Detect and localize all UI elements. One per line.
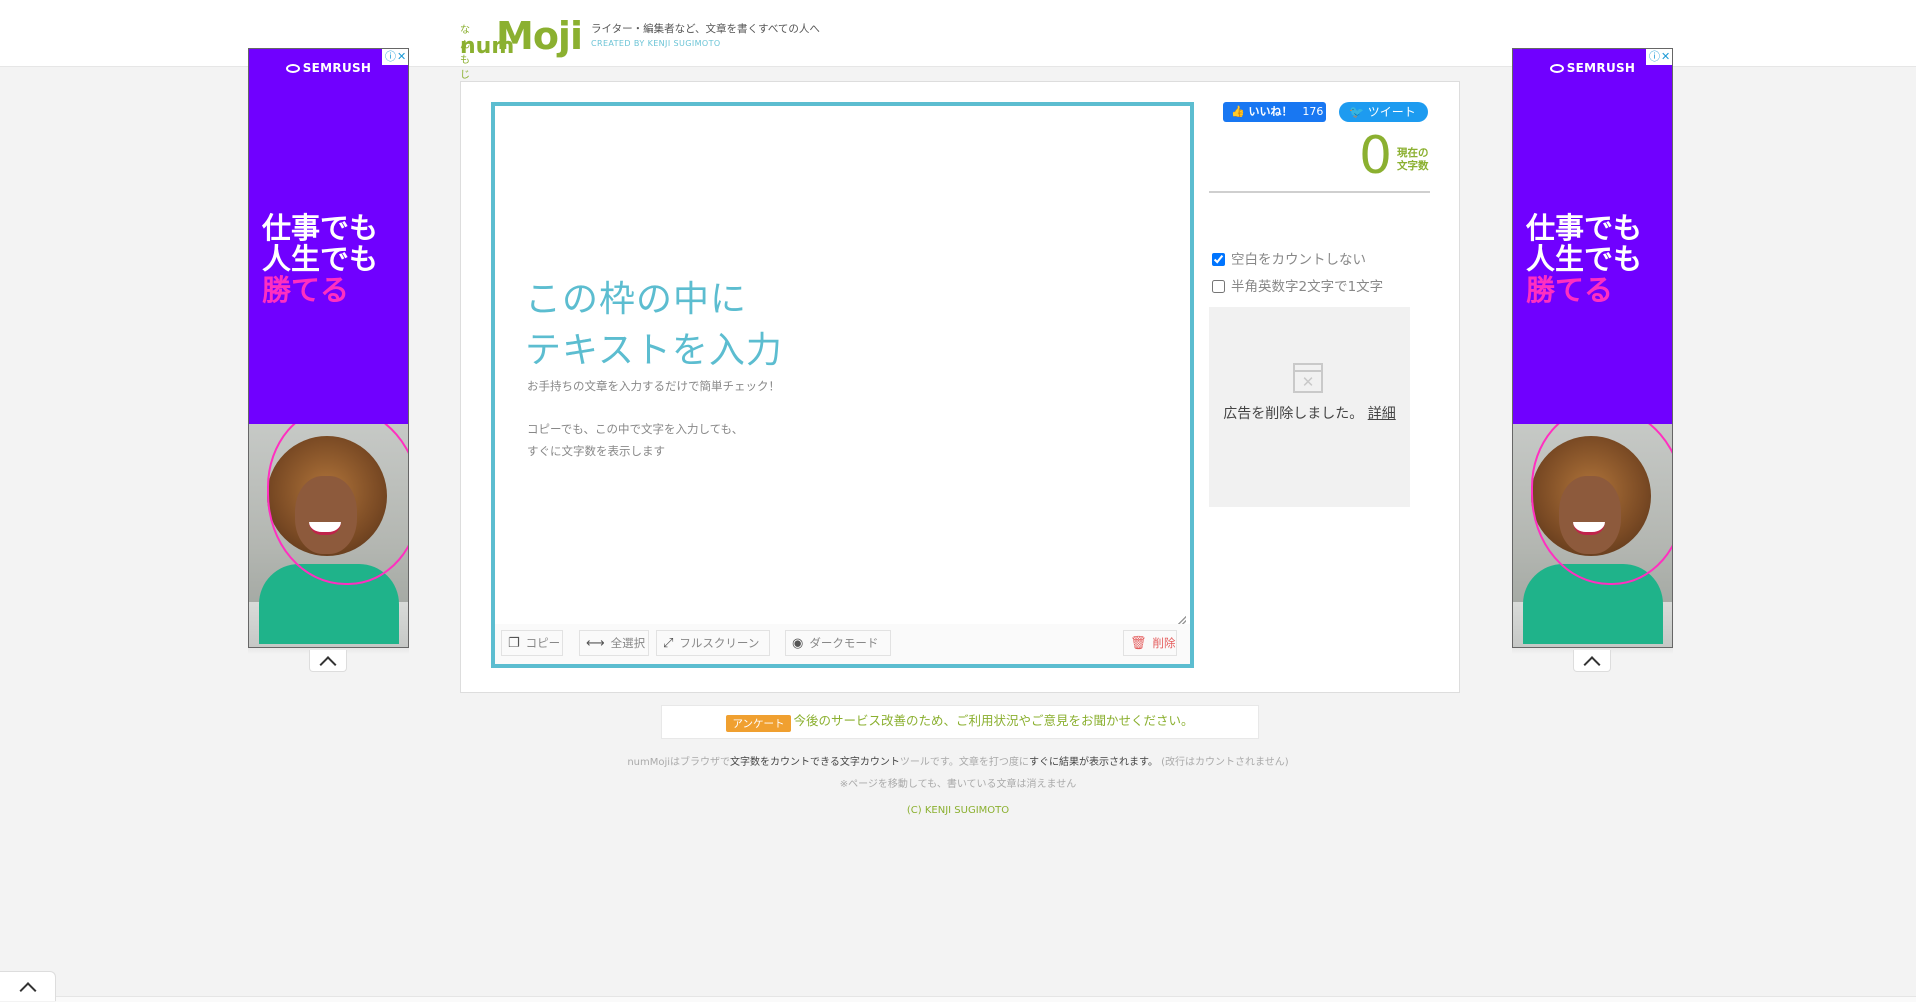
tweet-button[interactable]: 🐦 ツイート: [1339, 102, 1428, 122]
ad-removed-detail-link[interactable]: 詳細: [1368, 406, 1396, 422]
divider: [1209, 191, 1430, 193]
option-halfwidth[interactable]: 半角英数字2文字で1文字: [1212, 278, 1383, 296]
editor-hint-2: コピーでも、この中で文字を入力しても、: [527, 422, 744, 436]
eye-icon: ◉: [792, 636, 804, 651]
logo-moji: Moji: [496, 14, 583, 58]
char-count-value: 0: [1359, 126, 1393, 186]
char-count-label: 現在の 文字数: [1397, 147, 1429, 172]
editor-hint-3: すぐに文字数を表示します: [527, 444, 665, 458]
chevron-up-icon: [319, 655, 337, 673]
site-tagline: ライター・編集者など、文章を書くすべての人へ: [591, 23, 820, 35]
ad-photo: [249, 424, 408, 647]
editor-toolbar: ❐ コピー ⟷ 全選択 ⤢ フルスクリーン ◉ ダークモード 🗑 削除: [495, 624, 1190, 664]
ad-banner-right[interactable]: ⓘ ✕ SEMRUSH 仕事でも 人生でも 勝てる: [1512, 48, 1673, 648]
option-ignore-spaces[interactable]: 空白をカウントしない: [1212, 251, 1366, 269]
facebook-like-button[interactable]: 👍 いいね！ 176: [1223, 102, 1326, 122]
select-all-button[interactable]: ⟷ 全選択: [579, 630, 649, 656]
delete-button[interactable]: 🗑 削除: [1123, 630, 1177, 656]
ad-collapse-right[interactable]: [1573, 650, 1611, 673]
bottom-expand-toggle[interactable]: [0, 971, 56, 1001]
ad-brand: SEMRUSH: [1513, 61, 1672, 75]
footer-copyright[interactable]: (C) KENJI SUGIMOTO: [0, 805, 1916, 816]
resize-handle[interactable]: [1178, 616, 1186, 624]
ad-photo: [1513, 424, 1672, 647]
ignore-spaces-checkbox[interactable]: [1212, 253, 1225, 266]
broken-ad-icon: ✕: [1293, 363, 1323, 393]
fullscreen-button[interactable]: ⤢ フルスクリーン: [656, 630, 770, 656]
copy-button[interactable]: ❐ コピー: [501, 630, 563, 656]
editor-frame: この枠の中に テキストを入力 お手持ちの文章を入力するだけで簡単チェック！ コピ…: [491, 102, 1194, 668]
semrush-logo-icon: [285, 64, 300, 73]
survey-banner[interactable]: アンケート 今後のサービス改善のため、ご利用状況やご意見をお聞かせください。: [661, 705, 1259, 739]
dark-mode-button[interactable]: ◉ ダークモード: [785, 630, 891, 656]
ad-collapse-left[interactable]: [309, 650, 347, 673]
survey-tag: アンケート: [726, 715, 791, 732]
ad-removed-message: 広告を削除しました。 詳細: [1223, 406, 1396, 422]
ad-headline: 仕事でも 人生でも 勝てる: [262, 211, 379, 307]
chevron-up-icon: [1583, 655, 1601, 673]
thumbs-up-icon: 👍: [1231, 105, 1245, 118]
survey-text[interactable]: 今後のサービス改善のため、ご利用状況やご意見をお聞かせください。: [794, 713, 1194, 728]
ad-removed-box: ✕ 広告を削除しました。 詳細: [1209, 307, 1410, 507]
trash-icon: 🗑: [1130, 636, 1147, 651]
site-credit: CREATED BY KENJI SUGIMOTO: [591, 39, 721, 48]
ad-headline: 仕事でも 人生でも 勝てる: [1526, 211, 1643, 307]
footer-description: numMojiはブラウザで文字数をカウントできる文字カウントツールです。文章を打…: [627, 757, 1289, 768]
twitter-bird-icon: 🐦: [1349, 105, 1364, 119]
chevron-up-icon: [19, 981, 36, 999]
editor-placeholder: この枠の中に テキストを入力: [525, 279, 783, 371]
expand-icon: ⤢: [663, 636, 674, 651]
ad-banner-left[interactable]: ⓘ ✕ SEMRUSH 仕事でも 人生でも 勝てる: [248, 48, 409, 648]
footer-note: ※ページを移動しても、書いている文章は消えません: [839, 779, 1077, 790]
copy-icon: ❐: [508, 636, 520, 651]
ad-brand: SEMRUSH: [249, 61, 408, 75]
semrush-logo-icon: [1549, 64, 1564, 73]
halfwidth-checkbox[interactable]: [1212, 280, 1225, 293]
editor-hint: お手持ちの文章を入力するだけで簡単チェック！: [527, 379, 780, 393]
horizontal-arrows-icon: ⟷: [586, 636, 605, 651]
